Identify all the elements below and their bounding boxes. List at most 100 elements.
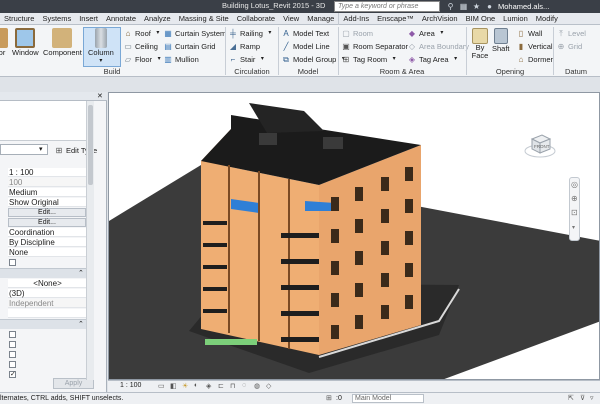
far-clip-checkbox[interactable] [9, 361, 16, 368]
properties-scrollbar[interactable] [86, 101, 94, 380]
color-scheme-value[interactable]: By Discipline [8, 238, 86, 247]
tab-massing-site[interactable]: Massing & Site [175, 13, 233, 25]
tab-add-ins[interactable]: Add-Ins [338, 12, 373, 25]
area-button[interactable]: ◆ Area ▾ [407, 27, 447, 39]
vertical-opening-button[interactable]: ▮ Vertical [516, 40, 553, 52]
window-button[interactable]: Window [12, 28, 39, 57]
ramp-button[interactable]: ◢ Ramp [228, 40, 260, 52]
view-name-value[interactable]: (3D) [8, 289, 86, 298]
lock-icon[interactable]: ⊓ [230, 382, 235, 390]
room-separator-button[interactable]: ▣ Room Separator [341, 40, 408, 52]
filter-icon[interactable]: ⊽ [580, 393, 585, 404]
status-hint: lternates, CTRL adds, SHIFT unselects. [0, 395, 124, 402]
railing-button[interactable]: ╪ Railing ▾ [228, 27, 275, 39]
binoculars-icon[interactable]: ⚲ [446, 2, 455, 11]
column-content[interactable]: Column ▾ [88, 28, 114, 66]
ceiling-button[interactable]: ▭ Ceiling [123, 40, 158, 52]
shadows-icon[interactable]: ◐ [194, 382, 198, 389]
detail-level-icon[interactable]: ▭ [158, 382, 165, 390]
user-name[interactable]: Mohamed.als... [498, 2, 549, 11]
graphic-display-edit-button[interactable]: Edit... [8, 218, 86, 227]
view-scale-value[interactable]: 1 : 100 [8, 168, 86, 177]
visual-style-icon[interactable]: ◧ [170, 382, 177, 390]
chevron-down-icon[interactable]: ▾ [572, 224, 575, 231]
tab-enscape[interactable]: Enscape™ [373, 13, 418, 25]
filter-count[interactable]: ▿ [590, 393, 594, 404]
sun-path-icon[interactable]: ☀ [182, 382, 188, 390]
curtain-system-button[interactable]: ▦ Curtain System [163, 27, 226, 39]
tab-manage[interactable]: Manage [303, 13, 338, 25]
by-face-button[interactable]: By Face [468, 28, 492, 60]
tab-modify[interactable]: Modify [532, 13, 562, 25]
floor-button[interactable]: ▱ Floor ▾ [123, 53, 164, 65]
viewcube[interactable]: FRONT [523, 127, 557, 161]
crop-icon[interactable]: ⊏ [218, 382, 224, 390]
crop-view-checkbox[interactable] [9, 331, 16, 338]
curtain-grid-button[interactable]: ▤ Curtain Grid [163, 40, 215, 52]
sun-path-checkbox[interactable] [9, 259, 16, 266]
worksharing-icon[interactable]: ⊞ [326, 393, 332, 404]
mullion-button[interactable]: ▥ Mullion [163, 53, 199, 65]
analytical-icon[interactable]: ◇ [266, 382, 271, 390]
user-icon[interactable]: ● [485, 2, 494, 11]
wall-opening-button[interactable]: ▯ Wall [516, 27, 543, 39]
crop-visible-checkbox[interactable] [9, 341, 16, 348]
roof-button[interactable]: ⌂ Roof ▾ [123, 27, 163, 39]
temporary-hide-icon[interactable]: ◍ [254, 382, 260, 390]
hide-icon[interactable]: ◌ [242, 382, 246, 389]
selection-icon[interactable]: ⇱ [568, 393, 574, 404]
room-button[interactable]: ▢ Room [341, 27, 373, 39]
model-selector[interactable]: Main Model [352, 394, 424, 403]
parts-visibility-value[interactable]: Show Original [8, 198, 86, 207]
empty-value[interactable] [8, 309, 86, 318]
sun-path-value[interactable]: None [8, 248, 86, 257]
instance-filter[interactable]: ▾ [0, 144, 48, 155]
tab-annotate[interactable]: Annotate [102, 13, 140, 25]
tab-archvision[interactable]: ArchVision [418, 13, 462, 25]
zoom-extents-icon[interactable]: ⊡ [571, 208, 578, 217]
model-line-button[interactable]: ╱ Model Line [281, 40, 330, 52]
scrollbar-thumb[interactable] [88, 105, 93, 185]
annotation-crop-checkbox[interactable] [9, 351, 16, 358]
component-button[interactable]: Component [43, 28, 82, 57]
comm-center-icon[interactable]: ★ [472, 2, 481, 11]
floor-icon: ▱ [124, 54, 132, 64]
tag-area-button[interactable]: ◈ Tag Area ▾ [407, 53, 461, 65]
section-header-phasing[interactable]: ⌃ [0, 319, 86, 329]
area-boundary-button[interactable]: ◇ Area Boundary [407, 40, 469, 52]
dormer-button[interactable]: ⌂ Dormer [516, 53, 553, 65]
detail-level-value[interactable]: Medium [8, 188, 86, 197]
render-icon[interactable]: ◈ [206, 382, 211, 390]
tab-analyze[interactable]: Analyze [140, 13, 175, 25]
zoom-icon[interactable]: ⊕ [571, 194, 578, 203]
tab-lumion[interactable]: Lumion [499, 13, 532, 25]
subscription-icon[interactable]: ▦ [459, 2, 468, 11]
tag-room-button[interactable]: ⊞ Tag Room ▾ [341, 53, 399, 65]
grid-button[interactable]: ⊕ Grid [556, 40, 583, 52]
type-selector[interactable] [0, 101, 94, 141]
visibility-edit-button[interactable]: Edit... [8, 208, 86, 217]
3d-viewport[interactable]: FRONT ◎ ⊕ ⊡ ▾ [108, 92, 600, 380]
section-header-extents[interactable]: ⌃ [0, 268, 86, 278]
steering-wheel-icon[interactable]: ◎ [571, 180, 578, 189]
roof-skylight [259, 133, 277, 145]
tab-insert[interactable]: Insert [75, 13, 102, 25]
model-text-button[interactable]: A Model Text [281, 27, 329, 39]
tab-structure[interactable]: Structure [0, 13, 38, 25]
tab-systems[interactable]: Systems [38, 13, 75, 25]
view-template-value[interactable]: <None> [8, 279, 86, 288]
close-icon[interactable]: ✕ [97, 92, 103, 100]
tab-collaborate[interactable]: Collaborate [233, 13, 279, 25]
viewcube-face-label: FRONT [534, 144, 550, 149]
tab-bim-one[interactable]: BIM One [462, 13, 500, 25]
dropdown-arrow-icon: ▾ [392, 55, 396, 62]
level-button[interactable]: ⤒ Level [556, 27, 586, 39]
shaft-button[interactable]: Shaft [492, 28, 510, 53]
tab-view[interactable]: View [279, 13, 303, 25]
section-box-checkbox[interactable]: ✓ [9, 371, 16, 378]
view-scale[interactable]: 1 : 100 [120, 382, 141, 389]
discipline-value[interactable]: Coordination [8, 228, 86, 237]
search-input[interactable]: Type a keyword or phrase [334, 1, 440, 12]
door-button[interactable]: or [0, 28, 8, 57]
stair-button[interactable]: ⌐ Stair ▾ [228, 53, 267, 65]
